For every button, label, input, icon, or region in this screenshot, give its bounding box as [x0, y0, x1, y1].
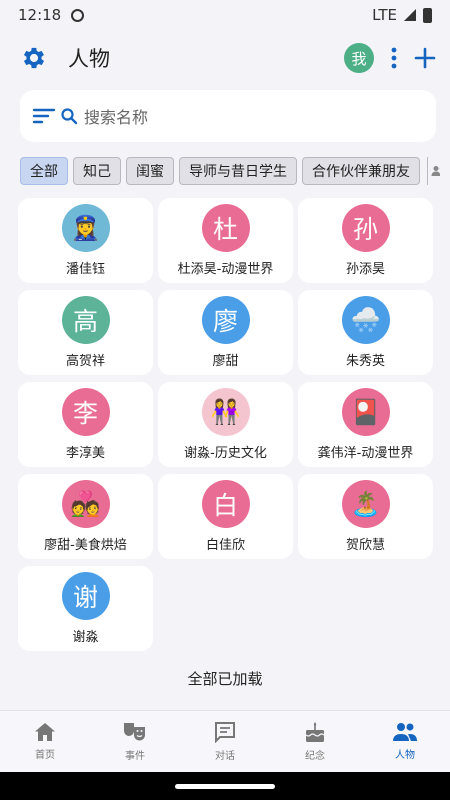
signal-icon [404, 9, 416, 21]
nav-label: 事件 [125, 751, 145, 762]
chat-icon [215, 722, 235, 743]
nav-item-events[interactable]: 事件 [90, 711, 180, 772]
person-card[interactable]: 🎴 龚伟洋-动漫世界 [298, 382, 433, 467]
person-name: 白佳欣 [205, 538, 245, 553]
person-card[interactable]: 👭 谢淼-历史文化 [158, 382, 293, 467]
bottom-nav: 首页 事件 对话 纪念 人物 [0, 710, 450, 772]
person-card[interactable]: 高高贺祥 [18, 290, 153, 375]
people-icon [393, 723, 417, 741]
home-icon [35, 723, 55, 741]
nav-label: 纪念 [305, 751, 325, 762]
chip-confidant[interactable]: 知己 [73, 157, 121, 185]
avatar: 杜 [201, 204, 250, 252]
person-name: 廖甜 [212, 354, 239, 369]
person-card[interactable]: 🌨️ 朱秀英 [298, 290, 433, 375]
more-vert-icon[interactable] [390, 47, 398, 69]
avatar: 🏝️ [341, 480, 390, 528]
nav-label: 人物 [395, 750, 415, 761]
home-gesture-handle[interactable] [175, 784, 275, 789]
person-card[interactable]: 🏝️ 贺欣慧 [298, 474, 433, 559]
person-card[interactable]: 白白佳欣 [158, 474, 293, 559]
network-label: LTE [372, 6, 397, 24]
filter-icon[interactable] [32, 107, 56, 125]
status-right: LTE [372, 6, 432, 24]
system-nav-bar [0, 772, 450, 800]
search-bar[interactable]: 搜索名称 [20, 90, 436, 142]
search-input[interactable]: 搜索名称 [84, 104, 148, 128]
person-name: 朱秀英 [345, 354, 385, 369]
person-name: 孙添昊 [345, 262, 385, 277]
avatar: 🌨️ [341, 296, 390, 344]
theater-icon [124, 723, 145, 741]
person-card[interactable]: 👮‍♀️ 潘佳钰 [18, 198, 153, 283]
person-card[interactable]: 杜杜添昊-动漫世界 [158, 198, 293, 283]
person-card[interactable]: 谢谢淼 [18, 566, 153, 651]
page-title: 人物 [68, 47, 110, 71]
avatar: 白 [201, 480, 250, 528]
search-icon [61, 108, 78, 125]
avatar: 💑 [61, 480, 110, 528]
person-name: 谢淼 [72, 630, 99, 645]
battery-icon [423, 7, 432, 23]
avatar: 👭 [201, 388, 250, 436]
person-card[interactable]: 廖廖甜 [158, 290, 293, 375]
person-name: 李淳美 [65, 446, 105, 461]
avatar: 李 [61, 388, 110, 436]
avatar: 🎴 [341, 388, 390, 436]
avatar: 谢 [61, 572, 110, 620]
person-name: 谢淼-历史文化 [184, 446, 267, 461]
nav-item-chat[interactable]: 对话 [180, 711, 270, 772]
status-time: 12:18 [18, 6, 62, 24]
avatar[interactable]: 我 [344, 43, 374, 73]
chip-bestie[interactable]: 闺蜜 [126, 157, 174, 185]
nav-item-home[interactable]: 首页 [0, 711, 90, 772]
avatar: 高 [61, 296, 110, 344]
person-name: 潘佳钰 [65, 262, 105, 277]
people-icon [431, 166, 440, 176]
nav-label: 对话 [215, 751, 235, 762]
app-bar-actions: 我 [344, 43, 436, 73]
people-count: 13 [427, 157, 440, 185]
nav-item-anniversary[interactable]: 纪念 [270, 711, 360, 772]
person-card[interactable]: 💑 廖甜-美食烘焙 [18, 474, 153, 559]
filter-chips: 全部 知己 闺蜜 导师与昔日学生 合作伙伴兼朋友 13 [20, 156, 440, 186]
avatar: 廖 [201, 296, 250, 344]
all-loaded-text: 全部已加载 [187, 670, 263, 688]
avatar: 👮‍♀️ [61, 204, 110, 252]
person-name: 高贺祥 [65, 354, 105, 369]
app-bar: 人物 我 [0, 30, 450, 86]
person-name: 贺欣慧 [345, 538, 385, 553]
cake-icon [305, 722, 325, 742]
gear-icon[interactable] [20, 44, 48, 72]
notification-icon [71, 8, 85, 22]
chip-all[interactable]: 全部 [20, 157, 68, 185]
add-icon[interactable] [414, 47, 436, 69]
chip-mentor[interactable]: 导师与昔日学生 [179, 157, 297, 185]
chip-partner[interactable]: 合作伙伴兼朋友 [302, 157, 420, 185]
person-card[interactable]: 孙孙添昊 [298, 198, 433, 283]
person-card[interactable]: 李李淳美 [18, 382, 153, 467]
nav-label: 首页 [35, 750, 55, 761]
avatar: 孙 [341, 204, 390, 252]
person-name: 杜添昊-动漫世界 [177, 262, 274, 277]
person-name: 廖甜-美食烘焙 [44, 538, 127, 553]
people-grid: 👮‍♀️ 潘佳钰杜杜添昊-动漫世界孙孙添昊高高贺祥廖廖甜 🌨️ 朱秀英李李淳美 👭 谢淼-… [18, 198, 438, 651]
person-name: 龚伟洋-动漫世界 [317, 446, 414, 461]
nav-item-people[interactable]: 人物 [360, 711, 450, 772]
status-bar: 12:18 LTE [0, 0, 450, 30]
